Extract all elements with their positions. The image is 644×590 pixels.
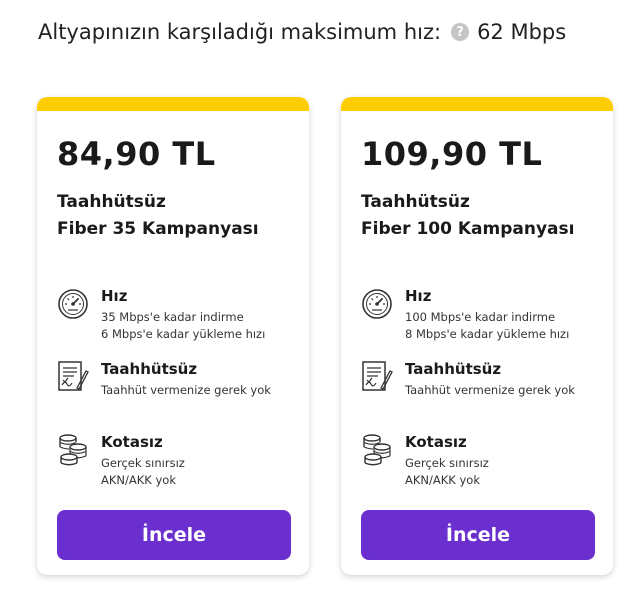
feature-description: Gerçek sınırsız AKN/AKK yok <box>101 455 185 489</box>
feature-line: AKN/AKK yok <box>101 473 176 487</box>
max-speed-label: Altyapınızın karşıladığı maksimum hız: <box>38 20 442 44</box>
coins-stack-icon <box>363 434 391 466</box>
feature-line: 8 Mbps'e kadar yükleme hızı <box>405 327 570 341</box>
feature-line: Gerçek sınırsız <box>101 456 185 470</box>
help-icon[interactable]: ? <box>451 23 470 41</box>
inspect-button[interactable]: İncele <box>57 510 291 560</box>
feature-line: Taahhüt vermenize gerek yok <box>101 383 271 397</box>
speedometer-icon <box>58 289 88 319</box>
feature-title: Taahhütsüz <box>101 360 198 378</box>
feature-line: 35 Mbps'e kadar indirme <box>101 310 244 324</box>
tariff-title-line2: Fiber 35 Kampanyası <box>57 219 259 239</box>
contract-icon <box>58 361 89 391</box>
feature-title: Hız <box>405 287 432 305</box>
feature-description: 100 Mbps'e kadar indirme 8 Mbps'e kadar … <box>405 309 569 343</box>
tariff-card: 84,90 TL Taahhütsüz Fiber 35 Kampanyası … <box>37 97 309 575</box>
feature-line: 100 Mbps'e kadar indirme <box>405 310 556 324</box>
feature-line: AKN/AKK yok <box>405 473 480 487</box>
tariff-title-line1: Taahhütsüz <box>361 192 470 212</box>
feature-title: Kotasız <box>101 433 163 451</box>
tariff-title: Taahhütsüz Fiber 35 Kampanyası <box>57 189 259 243</box>
card-accent-bar <box>37 97 309 111</box>
contract-icon <box>362 361 393 391</box>
max-speed-headline: Altyapınızın karşıladığı maksimum hız: ?… <box>38 20 566 44</box>
feature-description: Taahhüt vermenize gerek yok <box>101 382 271 399</box>
feature-description: 35 Mbps'e kadar indirme 6 Mbps'e kadar y… <box>101 309 265 343</box>
inspect-button[interactable]: İncele <box>361 510 595 560</box>
feature-title: Kotasız <box>405 433 467 451</box>
feature-title: Taahhütsüz <box>405 360 502 378</box>
tariff-price: 84,90 TL <box>57 135 216 173</box>
tariff-title-line2: Fiber 100 Kampanyası <box>361 219 575 239</box>
max-speed-value: 62 Mbps <box>477 20 567 44</box>
tariff-title: Taahhütsüz Fiber 100 Kampanyası <box>361 189 574 243</box>
feature-title: Hız <box>101 287 128 305</box>
feature-line: Taahhüt vermenize gerek yok <box>405 383 575 397</box>
feature-line: Gerçek sınırsız <box>405 456 489 470</box>
feature-description: Taahhüt vermenize gerek yok <box>405 382 575 399</box>
tariff-card: 109,90 TL Taahhütsüz Fiber 100 Kampanyas… <box>341 97 613 575</box>
tariff-title-line1: Taahhütsüz <box>57 192 166 212</box>
coins-stack-icon <box>59 434 87 466</box>
speedometer-icon <box>362 289 392 319</box>
feature-line: 6 Mbps'e kadar yükleme hızı <box>101 327 266 341</box>
card-accent-bar <box>341 97 613 111</box>
tariff-price: 109,90 TL <box>361 135 543 173</box>
feature-description: Gerçek sınırsız AKN/AKK yok <box>405 455 489 489</box>
